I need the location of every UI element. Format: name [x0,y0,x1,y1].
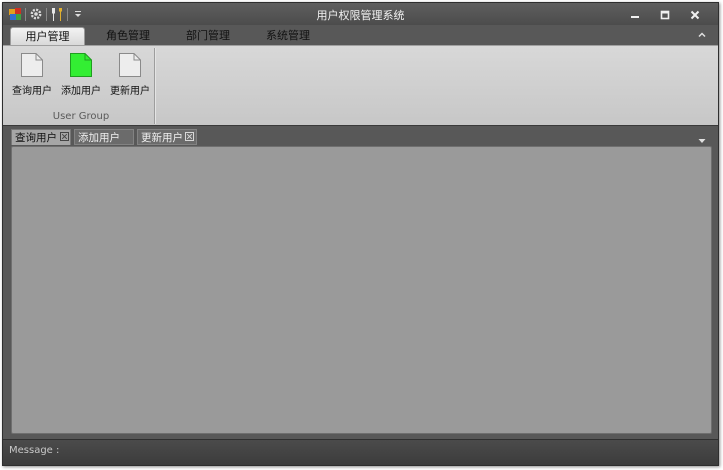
document-icon [21,53,43,77]
ribbon-panel: 查询用户 添加用户 更新用户 User Group [3,45,718,126]
close-button[interactable] [680,7,710,23]
minimize-icon [631,16,639,18]
doc-tab-update-user[interactable]: 更新用户 [137,129,197,145]
doc-tab-query-user[interactable]: 查询用户 [11,129,71,145]
ribbon-tab-bar: 用户管理 角色管理 部门管理 系统管理 [3,25,718,45]
ribbon-group-user: 查询用户 添加用户 更新用户 User Group [8,48,155,124]
tab-system-management[interactable]: 系统管理 [253,27,323,45]
doc-tab-label: 添加用户 [78,132,120,144]
doc-tab-add-user[interactable]: 添加用户 [74,129,134,145]
close-icon[interactable] [185,132,194,141]
add-user-button[interactable]: 添加用户 [59,52,103,97]
query-user-label: 查询用户 [12,86,52,97]
doc-tab-label: 查询用户 [15,132,57,144]
doc-tab-label: 更新用户 [141,132,183,144]
update-user-label: 更新用户 [110,86,150,97]
minimize-button[interactable] [620,7,650,23]
close-icon[interactable] [60,132,69,141]
maximize-button[interactable] [650,7,680,23]
ribbon-collapse-icon[interactable] [696,29,708,41]
tab-role-management[interactable]: 角色管理 [93,27,163,45]
status-message: Message : [9,445,60,456]
document-icon [119,53,141,77]
title-bar: 用户权限管理系统 [3,3,718,25]
app-window: 用户权限管理系统 用户管理 角色管理 部门管理 系统管理 查询用户 添加用户 更… [2,2,719,466]
maximize-icon [660,10,670,20]
document-tab-bar: 查询用户 添加用户 更新用户 [11,128,712,146]
update-user-button[interactable]: 更新用户 [108,52,152,97]
tab-user-management[interactable]: 用户管理 [10,27,85,45]
add-user-label: 添加用户 [61,86,101,97]
tab-department-management[interactable]: 部门管理 [173,27,243,45]
window-title: 用户权限管理系统 [316,9,405,22]
document-icon [70,53,92,77]
query-user-button[interactable]: 查询用户 [10,52,54,97]
close-icon [690,10,700,20]
status-bar: Message : [3,439,718,465]
document-content-area [11,146,712,434]
ribbon-group-label: User Group [52,111,110,122]
window-controls [620,7,710,23]
